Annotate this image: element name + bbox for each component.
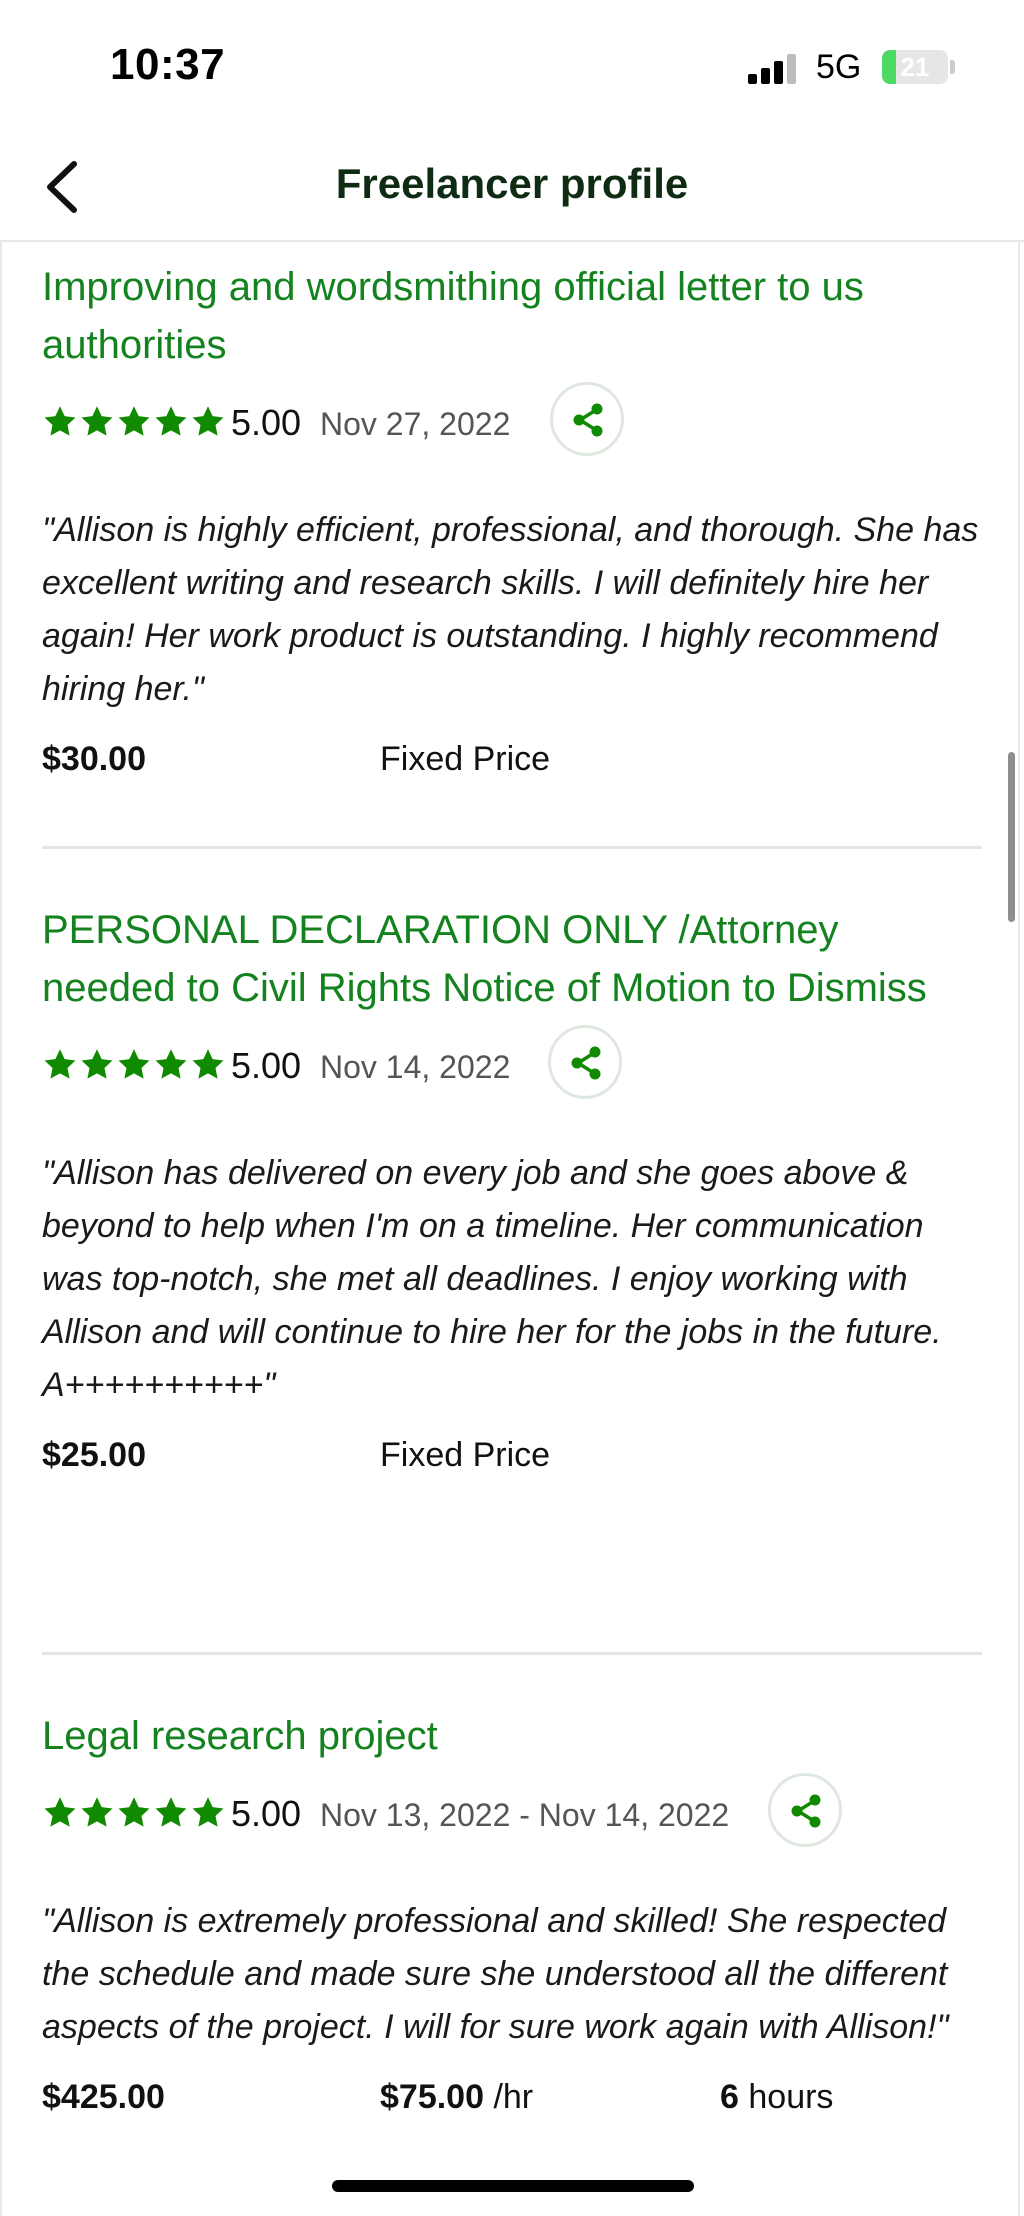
review-quote: "Allison is highly efficient, profession… [42,511,979,708]
hours-worked: 6 hours [720,2078,833,2117]
review-pricing: $425.00 $75.00 /hr 6 hours [42,2070,982,2130]
content-left-border [0,240,2,2216]
review-title[interactable]: PERSONAL DECLARATION ONLY /Attorney need… [42,901,982,1017]
status-bar: 10:37 5G 21 [0,0,1024,130]
star-icon [192,1049,224,1079]
star-icon [44,1049,76,1079]
review-score: 5.00 [231,402,302,443]
rate-value: $75.00 [380,2078,484,2116]
star-icon [155,1797,187,1827]
star-rating [42,404,227,444]
review-pricing: $30.00 Fixed Price [42,732,982,792]
review-score: 5.00 [231,1793,302,1834]
review-item: Legal research project 5.00 Nov 13, 2022… [42,1707,982,2130]
share-icon [571,1046,601,1080]
share-button[interactable] [548,1025,622,1099]
review-score: 5.00 [231,1045,302,1086]
review-date: Nov 27, 2022 [320,406,511,442]
hourly-rate: $75.00 /hr [380,2078,533,2117]
review-meta: 5.00 Nov 13, 2022 - Nov 14, 2022 [42,1773,982,1865]
star-icon [155,1049,187,1079]
nav-bar: Freelancer profile [0,130,1024,242]
star-icon [44,1797,76,1827]
contract-type: Fixed Price [380,740,551,778]
review-quote: "Allison is extremely professional and s… [42,1902,949,2046]
review-meta: 5.00 Nov 14, 2022 [42,1025,982,1117]
review-quote: "Allison has delivered on every job and … [42,1154,942,1404]
share-button[interactable] [550,382,624,456]
star-icon [81,406,113,436]
battery-level: 21 [900,52,930,82]
network-label: 5G [816,48,862,86]
review-title[interactable]: Improving and wordsmithing official lett… [42,258,982,374]
rate-unit: /hr [493,2078,534,2116]
hours-value: 6 [720,2078,739,2116]
review-meta: 5.00 Nov 27, 2022 [42,382,982,474]
review-amount: $425.00 [42,2078,165,2116]
review-item: Improving and wordsmithing official lett… [42,258,982,792]
star-icon [44,406,76,436]
battery-tip [950,60,955,74]
star-icon [118,1797,150,1827]
review-amount: $25.00 [42,1436,146,1474]
review-date: Nov 14, 2022 [320,1049,511,1085]
review-date: Nov 13, 2022 - Nov 14, 2022 [320,1797,730,1833]
review-title[interactable]: Legal research project [42,1707,982,1765]
share-button[interactable] [768,1773,842,1847]
star-icon [155,406,187,436]
star-icon [192,406,224,436]
contract-type: Fixed Price [380,1436,551,1474]
star-icon [118,1049,150,1079]
star-rating [42,1795,227,1835]
page-title: Freelancer profile [335,160,689,207]
battery-icon: 21 [882,50,948,84]
status-time: 10:37 [110,40,226,89]
star-icon [118,406,150,436]
star-icon [81,1797,113,1827]
star-rating [42,1047,227,1087]
content-right-border [1018,240,1020,2216]
star-icon [81,1049,113,1079]
review-amount: $30.00 [42,740,146,778]
share-icon [791,1794,821,1828]
review-item: PERSONAL DECLARATION ONLY /Attorney need… [42,901,982,1488]
signal-icon [748,52,800,84]
share-icon [573,403,603,437]
divider [42,846,982,849]
divider [42,1652,982,1655]
review-pricing: $25.00 Fixed Price [42,1428,982,1488]
home-indicator [332,2180,694,2192]
star-icon [192,1797,224,1827]
scrollbar[interactable] [1008,752,1015,922]
hours-unit: hours [748,2078,834,2116]
